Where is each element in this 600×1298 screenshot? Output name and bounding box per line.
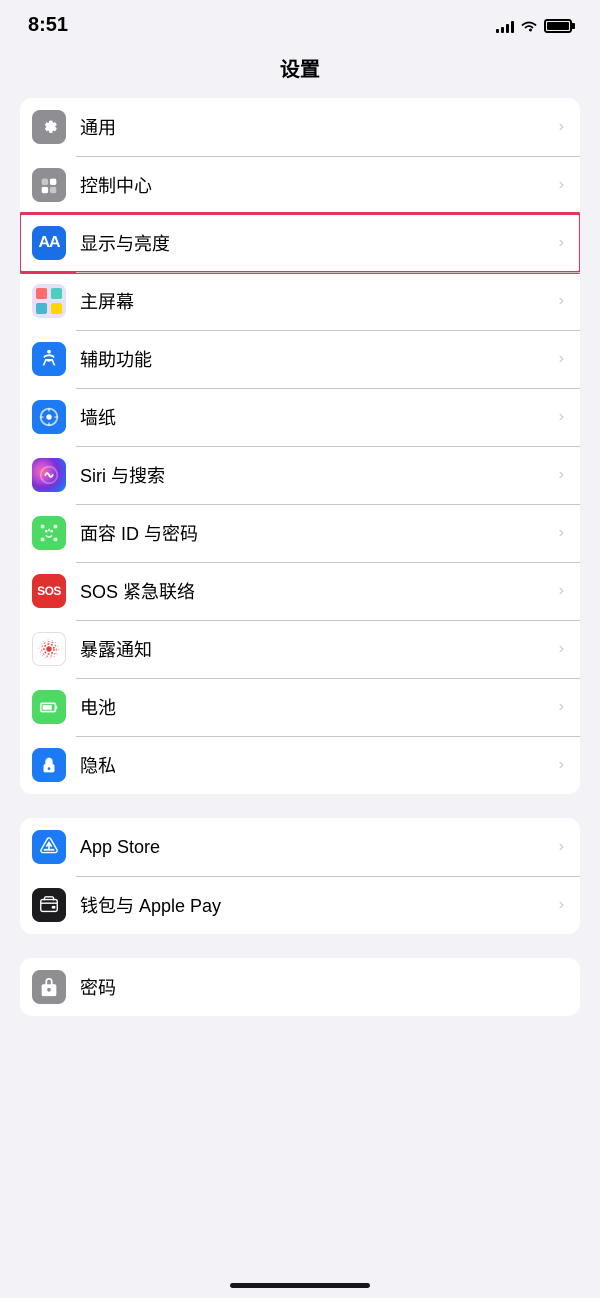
faceid-icon (32, 516, 66, 550)
settings-section-1: 通用 › 控制中心 › AA 显示与亮度 › (20, 98, 580, 794)
appstore-icon (32, 830, 66, 864)
battery-icon (32, 690, 66, 724)
settings-row-accessibility[interactable]: 辅助功能 › (20, 330, 580, 388)
exposure-icon (32, 632, 66, 666)
wallpaper-icon (32, 400, 66, 434)
settings-row-wallet[interactable]: 钱包与 Apple Pay › (20, 876, 580, 934)
siri-chevron: › (559, 466, 564, 484)
faceid-label: 面容 ID 与密码 (80, 520, 551, 546)
status-icons (496, 19, 572, 33)
appstore-label: App Store (80, 837, 551, 858)
display-icon: AA (32, 226, 66, 260)
general-label: 通用 (80, 114, 551, 140)
exposure-chevron: › (559, 640, 564, 658)
settings-row-general[interactable]: 通用 › (20, 98, 580, 156)
page-title: 设置 (0, 45, 600, 98)
control-center-chevron: › (559, 176, 564, 194)
settings-row-faceid[interactable]: 面容 ID 与密码 › (20, 504, 580, 562)
settings-row-appstore[interactable]: App Store › (20, 818, 580, 876)
settings-row-exposure[interactable]: 暴露通知 › (20, 620, 580, 678)
settings-row-home-screen[interactable]: 主屏幕 › (20, 272, 580, 330)
settings-row-wallpaper[interactable]: 墙纸 › (20, 388, 580, 446)
general-icon (32, 110, 66, 144)
display-chevron: › (559, 234, 564, 252)
password-label: 密码 (80, 974, 564, 1000)
home-screen-label: 主屏幕 (80, 288, 551, 314)
privacy-chevron: › (559, 756, 564, 774)
status-time: 8:51 (28, 14, 68, 37)
settings-section-3: 密码 (20, 958, 580, 1016)
sos-label: SOS 紧急联络 (80, 578, 551, 604)
settings-row-battery[interactable]: 电池 › (20, 678, 580, 736)
wallpaper-label: 墙纸 (80, 404, 551, 430)
accessibility-label: 辅助功能 (80, 346, 551, 372)
battery-status-icon (544, 19, 572, 33)
signal-icon (496, 19, 514, 33)
battery-label: 电池 (80, 694, 551, 720)
control-center-label: 控制中心 (80, 172, 551, 198)
privacy-icon (32, 748, 66, 782)
siri-icon (32, 458, 66, 492)
wallpaper-chevron: › (559, 408, 564, 426)
wallet-chevron: › (559, 896, 564, 914)
sos-chevron: › (559, 582, 564, 600)
accessibility-chevron: › (559, 350, 564, 368)
home-indicator (230, 1283, 370, 1288)
home-screen-icon (32, 284, 66, 318)
password-icon (32, 970, 66, 1004)
accessibility-icon (32, 342, 66, 376)
privacy-label: 隐私 (80, 752, 551, 778)
settings-row-siri[interactable]: Siri 与搜索 › (20, 446, 580, 504)
wifi-icon (520, 19, 538, 33)
control-center-icon (32, 168, 66, 202)
sos-icon: SOS (32, 574, 66, 608)
status-bar: 8:51 (0, 0, 600, 45)
settings-row-privacy[interactable]: 隐私 › (20, 736, 580, 794)
settings-section-2: App Store › 钱包与 Apple Pay › (20, 818, 580, 934)
settings-row-control-center[interactable]: 控制中心 › (20, 156, 580, 214)
general-chevron: › (559, 118, 564, 136)
wallet-icon (32, 888, 66, 922)
display-label: 显示与亮度 (80, 230, 551, 256)
faceid-chevron: › (559, 524, 564, 542)
home-screen-chevron: › (559, 292, 564, 310)
battery-chevron: › (559, 698, 564, 716)
wallet-label: 钱包与 Apple Pay (80, 892, 551, 918)
settings-row-password[interactable]: 密码 (20, 958, 580, 1016)
settings-row-display[interactable]: AA 显示与亮度 › (20, 214, 580, 272)
siri-label: Siri 与搜索 (80, 462, 551, 488)
settings-row-sos[interactable]: SOS SOS 紧急联络 › (20, 562, 580, 620)
exposure-label: 暴露通知 (80, 636, 551, 662)
appstore-chevron: › (559, 838, 564, 856)
